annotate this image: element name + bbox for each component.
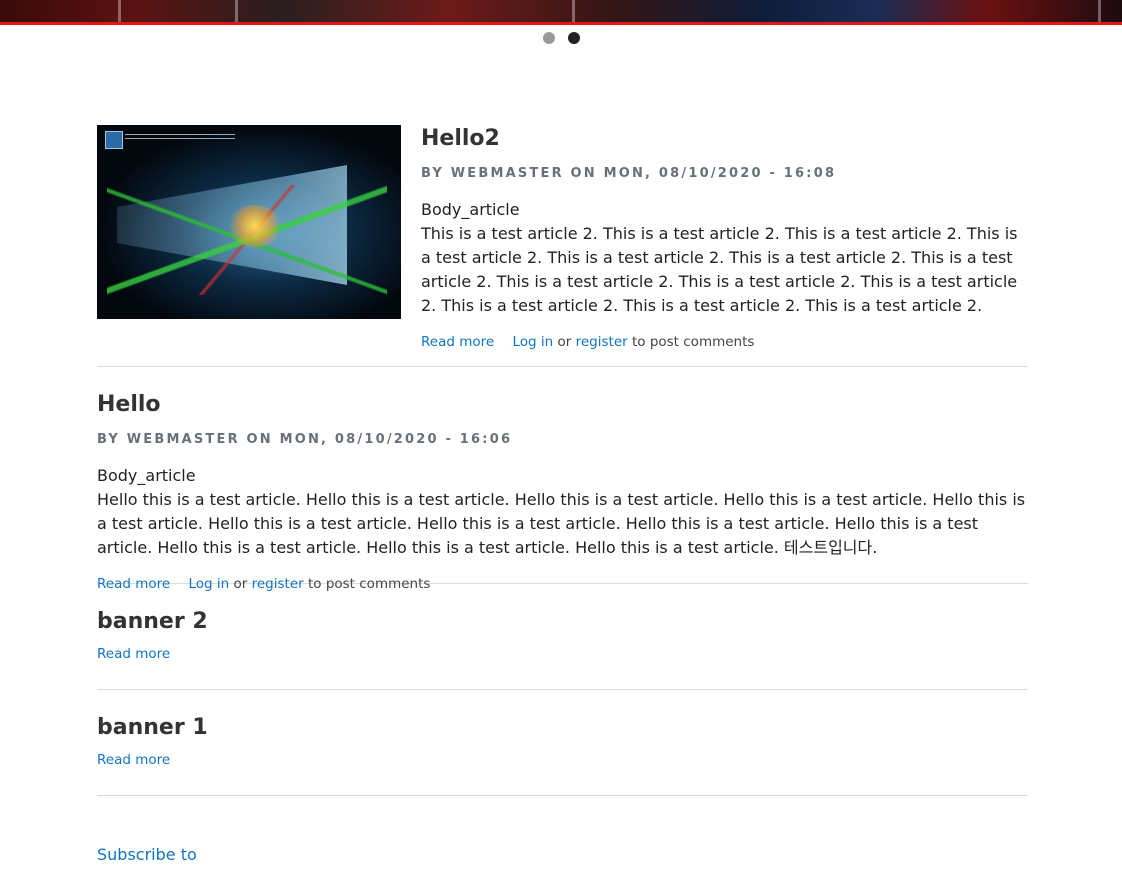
banner-streak (1098, 0, 1101, 22)
article-title[interactable]: Hello (97, 391, 1028, 419)
article-links: Read more Log in or register to post com… (421, 334, 1028, 350)
banner-streak (118, 0, 121, 22)
body-text: Hello this is a test article. Hello this… (97, 490, 1026, 557)
collision-glow-shape (227, 205, 283, 247)
read-more-link[interactable]: Read more (421, 334, 494, 350)
article-teaser: banner 2 Read more (97, 584, 1028, 690)
experiment-logo-icon (105, 131, 123, 149)
article-thumbnail[interactable] (97, 125, 401, 319)
article-title[interactable]: banner 1 (97, 714, 1028, 742)
body-label: Body_article (421, 200, 520, 219)
read-more-link[interactable]: Read more (97, 752, 170, 768)
banner-streak (572, 0, 575, 22)
post-comments-text: to post comments (631, 334, 755, 350)
article-teaser: Hello2 BY WEBMASTER ON MON, 08/10/2020 -… (97, 125, 1028, 367)
register-link[interactable]: register (576, 334, 628, 350)
article-list: Hello2 BY WEBMASTER ON MON, 08/10/2020 -… (97, 125, 1028, 864)
carousel-banner[interactable] (0, 0, 1122, 25)
read-more-link[interactable]: Read more (97, 646, 170, 662)
banner-streak (235, 0, 238, 22)
carousel-dots (543, 32, 580, 44)
or-text: or (557, 334, 572, 350)
body-text: This is a test article 2. This is a test… (421, 224, 1018, 315)
carousel-dot-1[interactable] (543, 32, 555, 44)
article-links: Read more (97, 646, 1028, 662)
article-title[interactable]: banner 2 (97, 608, 1028, 636)
image-caption-lines (125, 134, 235, 139)
login-link[interactable]: Log in (512, 334, 553, 350)
article-title[interactable]: Hello2 (421, 125, 1028, 153)
article-teaser: Hello BY WEBMASTER ON MON, 08/10/2020 - … (97, 367, 1028, 592)
article-teaser: banner 1 Read more (97, 690, 1028, 796)
article-links: Read more (97, 752, 1028, 768)
carousel-dot-2[interactable] (568, 32, 580, 44)
body-label: Body_article (97, 466, 196, 485)
article-submitted: BY WEBMASTER ON MON, 08/10/2020 - 16:06 (97, 432, 513, 447)
subscribe-link[interactable]: Subscribe to (97, 845, 197, 864)
article-body: Body_article Hello this is a test articl… (97, 464, 1028, 560)
article-submitted: BY WEBMASTER ON MON, 08/10/2020 - 16:08 (421, 166, 837, 181)
article-body: Body_article This is a test article 2. T… (421, 198, 1028, 318)
